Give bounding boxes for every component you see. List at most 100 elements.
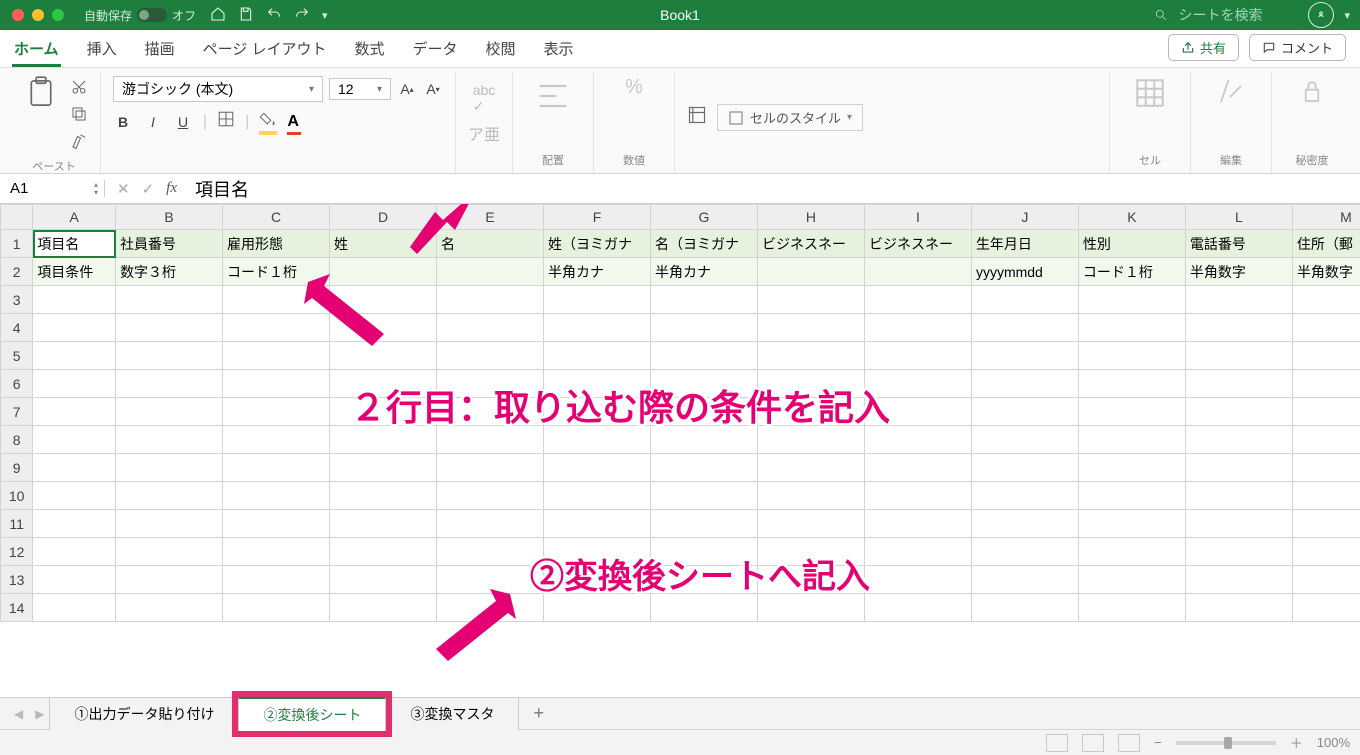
sheet-nav-prev-icon[interactable]: ◀ xyxy=(8,707,29,721)
col-header[interactable]: F xyxy=(544,205,651,230)
row-header[interactable]: 4 xyxy=(1,314,33,342)
row-header[interactable]: 6 xyxy=(1,370,33,398)
col-header[interactable]: M xyxy=(1292,205,1360,230)
col-header[interactable]: H xyxy=(757,205,864,230)
row-header[interactable]: 8 xyxy=(1,426,33,454)
cell[interactable]: 雇用形態 xyxy=(223,230,330,258)
format-painter-icon[interactable] xyxy=(70,132,88,155)
cells-icon[interactable] xyxy=(1122,76,1178,110)
comment-button[interactable]: コメント xyxy=(1249,34,1346,61)
ribbon-tab-home[interactable]: ホーム xyxy=(14,38,59,67)
cut-icon[interactable] xyxy=(70,78,88,101)
zoom-out-icon[interactable]: − xyxy=(1154,735,1162,750)
cell[interactable]: 名（ヨミガナ xyxy=(650,230,757,258)
zoom-in-icon[interactable]: ＋ xyxy=(1290,733,1303,752)
font-size-select[interactable]: 12▾ xyxy=(329,78,391,100)
ribbon-tab-view[interactable]: 表示 xyxy=(544,38,574,67)
row-header[interactable]: 11 xyxy=(1,510,33,538)
number-format-icon[interactable]: % xyxy=(606,76,662,99)
zoom-slider[interactable] xyxy=(1176,741,1276,745)
save-icon[interactable] xyxy=(238,6,254,25)
cell[interactable] xyxy=(757,258,864,286)
redo-icon[interactable] xyxy=(294,6,310,25)
zoom-value[interactable]: 100% xyxy=(1317,735,1350,750)
ribbon-tab-review[interactable]: 校閲 xyxy=(486,38,516,67)
cell[interactable]: 電話番号 xyxy=(1185,230,1292,258)
font-name-select[interactable]: 游ゴシック (本文)▾ xyxy=(113,76,323,102)
decrease-font-icon[interactable]: A▾ xyxy=(423,79,443,99)
name-box-stepper-icon[interactable]: ▴▾ xyxy=(94,181,98,197)
underline-button[interactable]: U xyxy=(173,112,193,132)
name-box[interactable]: A1 ▴▾ xyxy=(0,180,105,197)
ribbon-tab-insert[interactable]: 挿入 xyxy=(87,38,117,67)
row-header[interactable]: 5 xyxy=(1,342,33,370)
row-header[interactable]: 7 xyxy=(1,398,33,426)
user-account-icon[interactable] xyxy=(1308,2,1334,28)
col-header[interactable]: A xyxy=(33,205,116,230)
view-normal-icon[interactable] xyxy=(1046,734,1068,752)
undo-icon[interactable] xyxy=(266,6,282,25)
formula-input[interactable]: 項目名 xyxy=(189,176,249,202)
sensitivity-icon[interactable] xyxy=(1284,76,1340,106)
ribbon-tab-draw[interactable]: 描画 xyxy=(145,38,175,67)
alignment-placeholder-icon[interactable] xyxy=(525,76,581,116)
view-page-break-icon[interactable] xyxy=(1118,734,1140,752)
cell-styles-button[interactable]: セルのスタイル ▾ xyxy=(717,104,863,131)
cell[interactable]: コード１桁 xyxy=(1078,258,1185,286)
paste-button[interactable] xyxy=(20,76,62,115)
col-header[interactable]: G xyxy=(650,205,757,230)
ribbon-tab-page-layout[interactable]: ページ レイアウト xyxy=(203,38,327,67)
cell[interactable] xyxy=(864,258,971,286)
cell[interactable]: 半角数字 xyxy=(1185,258,1292,286)
cell[interactable]: 項目条件 xyxy=(33,258,116,286)
row-header[interactable]: 2 xyxy=(1,258,33,286)
row-header[interactable]: 9 xyxy=(1,454,33,482)
col-header[interactable]: I xyxy=(864,205,971,230)
ribbon-tab-data[interactable]: データ xyxy=(412,38,457,67)
font-color-icon[interactable]: A xyxy=(287,113,299,131)
accept-formula-icon[interactable]: ✓ xyxy=(142,180,155,198)
home-icon[interactable] xyxy=(210,6,226,25)
cell[interactable]: 半角カナ xyxy=(544,258,651,286)
cell[interactable]: 性別 xyxy=(1078,230,1185,258)
select-all-corner[interactable] xyxy=(1,205,33,230)
col-header[interactable]: L xyxy=(1185,205,1292,230)
conditional-format-icon[interactable] xyxy=(687,105,707,130)
cell[interactable]: 項目名 xyxy=(33,230,116,258)
search-input[interactable] xyxy=(1178,7,1298,23)
fullscreen-window-icon[interactable] xyxy=(52,9,64,21)
add-sheet-button[interactable]: + xyxy=(519,699,558,728)
cell[interactable]: 住所（郵 xyxy=(1292,230,1360,258)
phonetic-field-icon[interactable]: ア亜 xyxy=(468,121,500,145)
cell[interactable]: 生年月日 xyxy=(971,230,1078,258)
cell[interactable]: 社員番号 xyxy=(116,230,223,258)
col-header[interactable]: B xyxy=(116,205,223,230)
copy-icon[interactable] xyxy=(70,105,88,128)
row-header[interactable]: 12 xyxy=(1,538,33,566)
col-header[interactable]: J xyxy=(971,205,1078,230)
minimize-window-icon[interactable] xyxy=(32,9,44,21)
sheet-nav-next-icon[interactable]: ▶ xyxy=(29,707,50,721)
cell[interactable]: 半角数字 xyxy=(1292,258,1360,286)
increase-font-icon[interactable]: A▴ xyxy=(397,79,417,99)
fx-icon[interactable]: fx xyxy=(166,180,177,197)
cell[interactable]: ビジネスネー xyxy=(864,230,971,258)
user-menu-chevron-icon[interactable]: ▾ xyxy=(1344,9,1350,22)
cancel-formula-icon[interactable]: ✕ xyxy=(117,180,130,198)
sheet-tab-1[interactable]: ①出力データ貼り付け xyxy=(49,697,239,730)
row-header[interactable]: 14 xyxy=(1,594,33,622)
fill-color-icon[interactable] xyxy=(259,112,277,131)
view-page-layout-icon[interactable] xyxy=(1082,734,1104,752)
share-button[interactable]: 共有 xyxy=(1168,34,1239,61)
italic-button[interactable]: I xyxy=(143,112,163,132)
cell[interactable]: 数字３桁 xyxy=(116,258,223,286)
col-header[interactable]: K xyxy=(1078,205,1185,230)
cell[interactable]: yyyymmdd xyxy=(971,258,1078,286)
ribbon-tab-formulas[interactable]: 数式 xyxy=(354,38,384,67)
spreadsheet-grid[interactable]: A B C D E F G H I J K L M 1 項目名 社員番号 雇用形… xyxy=(0,204,1360,697)
row-header[interactable]: 10 xyxy=(1,482,33,510)
row-header[interactable]: 3 xyxy=(1,286,33,314)
cell[interactable]: 姓（ヨミガナ xyxy=(544,230,651,258)
sheet-tab-3[interactable]: ③変換マスタ xyxy=(385,697,519,730)
autosave-toggle[interactable]: 自動保存 オフ xyxy=(84,7,196,24)
